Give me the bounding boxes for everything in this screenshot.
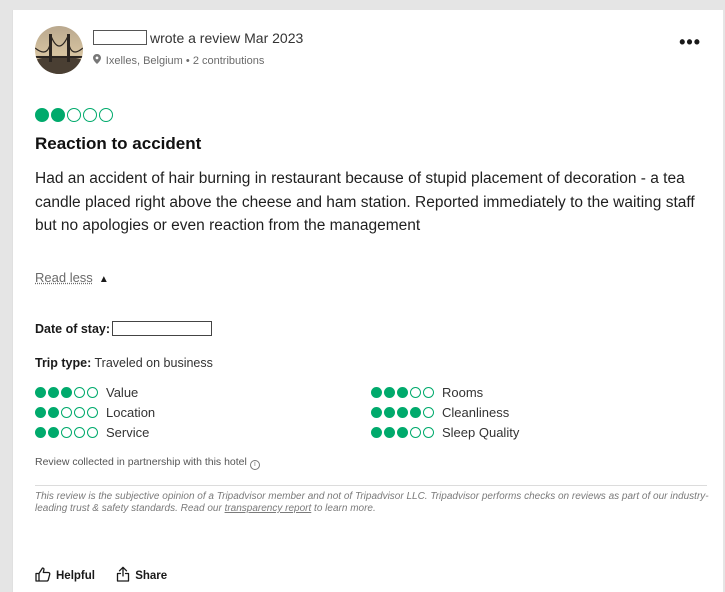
rating-bubble-empty [74, 407, 85, 419]
rating-bubble-empty [61, 407, 72, 419]
sub-rating-label: Value [106, 385, 139, 401]
rating-bubble-empty [410, 427, 421, 439]
reviewer-line: wrote a review Mar 2023 [93, 30, 303, 46]
reviewer-location: Ixelles, Belgium [105, 55, 183, 67]
reviewer-contributions: 2 contributions [192, 55, 265, 67]
share-label: Share [135, 569, 168, 582]
rating-bubble-filled [35, 387, 46, 399]
review-title[interactable]: Reaction to accident [35, 134, 201, 154]
sub-rating-label: Service [106, 425, 150, 441]
thumbs-up-icon [35, 567, 56, 585]
collected-note: Review collected in partnership with thi… [35, 456, 260, 470]
rating-bubble-empty [423, 407, 434, 419]
review-card: wrote a review Mar 2023 Ixelles, Belgium… [12, 10, 723, 592]
sub-rating-sleep-quality: Sleep Quality [371, 424, 519, 442]
sub-rating-service: Service [35, 424, 149, 442]
rating-bubble-filled [35, 407, 46, 419]
rating-bubble-filled [48, 427, 59, 439]
share-button[interactable]: Share [116, 566, 167, 585]
disclaimer: This review is the subjective opinion of… [35, 491, 715, 515]
sub-rating-label: Cleanliness [442, 405, 510, 421]
rating-bubble-filled [371, 427, 382, 439]
review-body: Had an accident of hair burning in resta… [35, 170, 695, 234]
sub-rating-label: Sleep Quality [442, 425, 520, 441]
rating-bubble-filled [51, 108, 65, 122]
review-rating [35, 108, 113, 122]
rating-bubble-empty [74, 387, 85, 399]
rating-bubble-filled [397, 387, 408, 399]
trip-type-value: Traveled on business [94, 356, 213, 370]
trip-type-label: Trip type: [35, 356, 92, 370]
sub-rating-location: Location [35, 404, 155, 422]
review-actions: Helpful Share [35, 566, 185, 585]
rating-bubble-empty [67, 108, 81, 122]
collected-text: Review collected in partnership with thi… [35, 456, 247, 468]
rating-bubble-filled [410, 407, 421, 419]
rating-bubble-filled [384, 387, 395, 399]
read-less-link[interactable]: Read less ▲ [35, 270, 109, 285]
reviewer-meta: Ixelles, Belgium • 2 contributions [93, 54, 264, 67]
rating-bubble-filled [48, 387, 59, 399]
rating-bubble-empty [87, 407, 98, 419]
rating-bubble-filled [35, 427, 46, 439]
caret-up-icon: ▲ [98, 274, 109, 285]
rating-bubble-filled [48, 407, 59, 419]
helpful-label: Helpful [56, 570, 95, 582]
redacted-date [112, 321, 213, 336]
rating-bubble-filled [61, 387, 72, 399]
pin-icon [93, 54, 104, 67]
rating-bubble-empty [410, 387, 421, 399]
sub-rating-bubbles [35, 387, 98, 399]
more-icon[interactable]: ••• [679, 32, 701, 53]
meta-separator: • [185, 55, 190, 67]
rating-bubble-filled [371, 387, 382, 399]
rating-bubble-empty [74, 427, 85, 439]
disclaimer-suffix: to learn more. [311, 503, 376, 514]
rating-bubble-empty [423, 387, 434, 399]
sub-rating-bubbles [371, 387, 434, 399]
divider [35, 485, 707, 486]
rating-bubble-filled [397, 407, 408, 419]
sub-rating-label: Location [106, 405, 156, 421]
info-icon[interactable]: i [249, 460, 260, 470]
rating-bubble-empty [423, 427, 434, 439]
rating-bubble-empty [87, 387, 98, 399]
date-of-stay-label: Date of stay: [35, 322, 111, 336]
rating-bubble-filled [397, 427, 408, 439]
rating-bubble-filled [384, 427, 395, 439]
sub-ratings: Value Location Service Rooms Cleanliness Slee… [35, 384, 595, 448]
rating-bubble-filled [35, 108, 49, 122]
sub-rating-label: Rooms [442, 385, 484, 401]
trip-type: Trip type: Traveled on business [35, 356, 213, 370]
sub-rating-cleanliness: Cleanliness [371, 404, 509, 422]
review-header: wrote a review Mar 2023 Ixelles, Belgium… [35, 24, 701, 80]
read-less-label: Read less [35, 270, 93, 285]
date-of-stay: Date of stay: [35, 321, 213, 336]
rating-bubble-empty [61, 427, 72, 439]
rating-bubble-empty [99, 108, 113, 122]
rating-bubble-empty [83, 108, 97, 122]
sub-rating-bubbles [35, 427, 98, 439]
rating-bubble-filled [384, 407, 395, 419]
share-icon [116, 566, 135, 585]
sub-rating-bubbles [35, 407, 98, 419]
sub-rating-bubbles [371, 427, 434, 439]
avatar[interactable] [35, 26, 83, 74]
redacted-username[interactable] [93, 30, 147, 45]
review-date-text: wrote a review Mar 2023 [150, 30, 304, 46]
transparency-report-link[interactable]: transparency report [225, 503, 312, 514]
sub-rating-value: Value [35, 384, 138, 402]
sub-rating-bubbles [371, 407, 434, 419]
rating-bubble-empty [87, 427, 98, 439]
rating-bubble-filled [371, 407, 382, 419]
sub-rating-rooms: Rooms [371, 384, 483, 402]
helpful-button[interactable]: Helpful [35, 567, 95, 585]
